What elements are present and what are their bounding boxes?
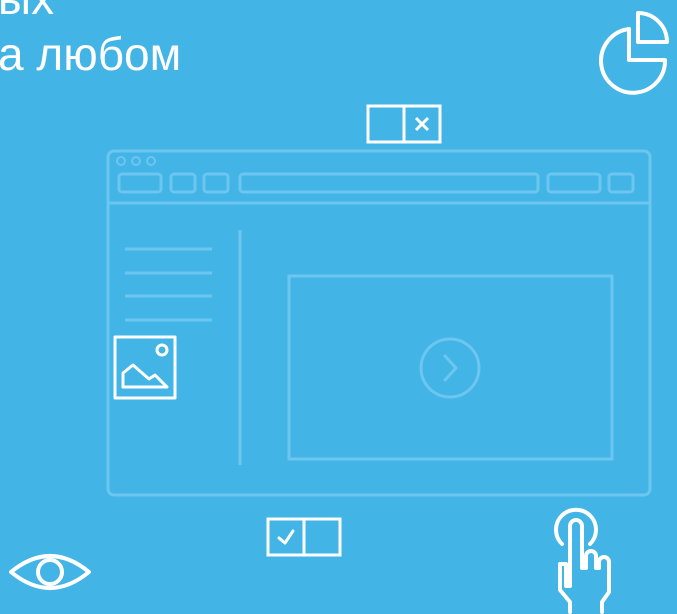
eye-icon	[9, 554, 91, 590]
toggle-close-icon	[366, 104, 442, 144]
play-icon	[419, 337, 481, 399]
pie-chart-icon	[599, 11, 669, 95]
image-icon	[113, 335, 177, 400]
hand-pointer-icon	[554, 507, 611, 614]
toggle-check-icon	[266, 517, 342, 557]
